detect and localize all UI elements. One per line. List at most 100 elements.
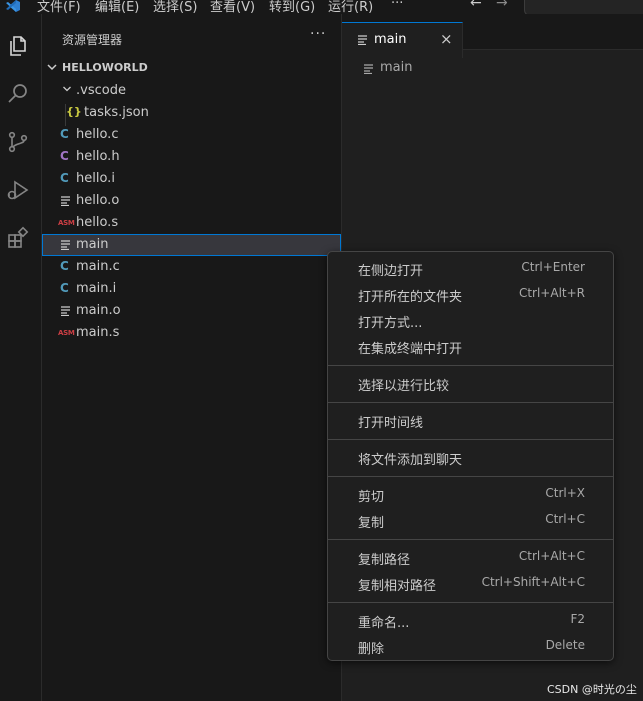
- workspace-section-header[interactable]: HELLOWORLD: [42, 58, 341, 80]
- explorer-more-actions-button[interactable]: ···: [310, 26, 326, 42]
- tab-main[interactable]: main ×: [342, 22, 463, 58]
- activity-bar: [0, 14, 42, 701]
- menu-more-button[interactable]: ···: [391, 0, 403, 11]
- c-header-icon: C: [60, 149, 69, 163]
- menu-item-shortcut: Ctrl+Shift+Alt+C: [481, 575, 585, 589]
- lines-file-icon: [61, 196, 70, 206]
- json-braces-icon: {}: [66, 105, 82, 118]
- tree-item-label: hello.h: [76, 149, 120, 164]
- vscode-logo-icon: [6, 0, 20, 12]
- tree-item-label: hello.i: [76, 171, 115, 186]
- menu-separator: [328, 602, 613, 603]
- explorer-sidebar: 资源管理器 ··· HELLOWORLD .vscode {} tasks.js…: [42, 14, 342, 701]
- menu-item-label: 打开时间线: [358, 416, 424, 431]
- menu-item-label: 复制相对路径: [358, 579, 437, 594]
- menu-item-delete[interactable]: 删除 Delete: [332, 634, 609, 660]
- menu-item-label: 复制路径: [358, 553, 411, 568]
- tab-label: main: [374, 32, 407, 47]
- search-icon[interactable]: [6, 82, 30, 106]
- menu-item-open-to-side[interactable]: 在侧边打开 Ctrl+Enter: [332, 256, 609, 282]
- menu-item-copy-relative-path[interactable]: 复制相对路径 Ctrl+Shift+Alt+C: [332, 571, 609, 597]
- asm-file-icon: ASM: [58, 219, 75, 227]
- tree-item-hello-c[interactable]: C hello.c: [42, 124, 341, 146]
- breadcrumb-item: main: [380, 60, 413, 75]
- menu-edit[interactable]: 编辑(E): [95, 0, 139, 15]
- menu-item-open-in-terminal[interactable]: 在集成终端中打开: [332, 334, 609, 360]
- menu-item-shortcut: Ctrl+Enter: [521, 260, 585, 274]
- tree-item-main-i[interactable]: C main.i: [42, 278, 341, 300]
- menu-item-rename[interactable]: 重命名... F2: [332, 608, 609, 634]
- lines-file-icon: [364, 64, 373, 74]
- tree-item-main-c[interactable]: C main.c: [42, 256, 341, 278]
- menu-item-reveal-in-folder[interactable]: 打开所在的文件夹 Ctrl+Alt+R: [332, 282, 609, 308]
- c-file-icon: C: [60, 127, 69, 141]
- tree-item-hello-i[interactable]: C hello.i: [42, 168, 341, 190]
- menu-item-label: 选择以进行比较: [358, 379, 450, 394]
- tree-item-label: hello.c: [76, 127, 119, 142]
- tree-item-label: main.s: [76, 325, 120, 340]
- lines-file-icon: [61, 306, 70, 316]
- explorer-files-icon[interactable]: [6, 34, 30, 58]
- menu-item-shortcut: F2: [570, 612, 585, 626]
- tree-item-label: .vscode: [76, 83, 126, 98]
- menu-item-label: 在集成终端中打开: [358, 342, 463, 357]
- menu-item-open-timeline[interactable]: 打开时间线: [332, 408, 609, 434]
- context-menu: 在侧边打开 Ctrl+Enter 打开所在的文件夹 Ctrl+Alt+R 打开方…: [327, 251, 614, 661]
- tree-item-hello-o[interactable]: hello.o: [42, 190, 341, 212]
- menu-item-label: 在侧边打开: [358, 264, 424, 279]
- extensions-icon[interactable]: [6, 226, 30, 250]
- menu-separator: [328, 365, 613, 366]
- explorer-title: 资源管理器: [62, 33, 123, 47]
- menu-selection[interactable]: 选择(S): [153, 0, 197, 15]
- menu-separator: [328, 439, 613, 440]
- tree-item-label: tasks.json: [84, 105, 149, 120]
- c-file-icon: C: [60, 171, 69, 185]
- close-icon[interactable]: ×: [440, 30, 453, 48]
- tree-item-label: hello.o: [76, 193, 120, 208]
- title-bar: 文件(F) 编辑(E) 选择(S) 查看(V) 转到(G) 运行(R) ··· …: [0, 0, 643, 16]
- tree-item-main-s[interactable]: ASM main.s: [42, 322, 341, 344]
- menu-item-label: 重命名...: [358, 616, 410, 631]
- forward-arrow-icon[interactable]: →: [496, 0, 508, 11]
- tree-item-tasks-json[interactable]: {} tasks.json: [42, 102, 341, 124]
- tree-item-main[interactable]: main: [42, 234, 341, 256]
- menu-item-open-with[interactable]: 打开方式...: [332, 308, 609, 334]
- menu-item-shortcut: Ctrl+Alt+R: [518, 286, 585, 300]
- asm-file-icon: ASM: [58, 329, 75, 337]
- back-arrow-icon[interactable]: ←: [470, 0, 482, 11]
- menu-item-label: 打开方式...: [358, 316, 423, 331]
- menu-file[interactable]: 文件(F): [37, 0, 81, 15]
- menu-item-label: 复制: [358, 516, 385, 531]
- tree-folder-vscode[interactable]: .vscode: [42, 80, 341, 102]
- menu-item-add-to-chat[interactable]: 将文件添加到聊天: [332, 445, 609, 471]
- menu-item-copy[interactable]: 复制 Ctrl+C: [332, 508, 609, 534]
- run-debug-icon[interactable]: [6, 178, 30, 202]
- menu-item-shortcut: Ctrl+Alt+C: [518, 549, 585, 563]
- menu-item-shortcut: Delete: [545, 638, 585, 652]
- menu-view[interactable]: 查看(V): [210, 0, 255, 15]
- source-control-icon[interactable]: [6, 130, 30, 154]
- menu-item-label: 将文件添加到聊天: [358, 453, 463, 468]
- tree-item-hello-h[interactable]: C hello.h: [42, 146, 341, 168]
- tree-item-label: main.i: [76, 281, 117, 296]
- workspace-name: HELLOWORLD: [62, 61, 148, 74]
- chevron-down-icon: [47, 64, 57, 71]
- menu-item-cut[interactable]: 剪切 Ctrl+X: [332, 482, 609, 508]
- lines-file-icon: [61, 240, 70, 250]
- lines-file-icon: [358, 35, 367, 45]
- watermark-text: CSDN @时光の尘: [547, 683, 637, 696]
- menu-go[interactable]: 转到(G): [269, 0, 315, 15]
- menu-item-label: 打开所在的文件夹: [358, 290, 463, 305]
- tree-item-hello-s[interactable]: ASM hello.s: [42, 212, 341, 234]
- chevron-down-icon: [63, 86, 71, 92]
- tree-item-label: hello.s: [76, 215, 119, 230]
- menu-separator: [328, 539, 613, 540]
- menu-item-copy-path[interactable]: 复制路径 Ctrl+Alt+C: [332, 545, 609, 571]
- menu-item-label: 删除: [358, 642, 385, 657]
- tree-item-main-o[interactable]: main.o: [42, 300, 341, 322]
- menu-item-select-for-compare[interactable]: 选择以进行比较: [332, 371, 609, 397]
- c-file-icon: C: [60, 259, 69, 273]
- menu-item-shortcut: Ctrl+X: [545, 486, 585, 500]
- menu-run[interactable]: 运行(R): [328, 0, 373, 15]
- tree-item-label: main.o: [76, 303, 121, 318]
